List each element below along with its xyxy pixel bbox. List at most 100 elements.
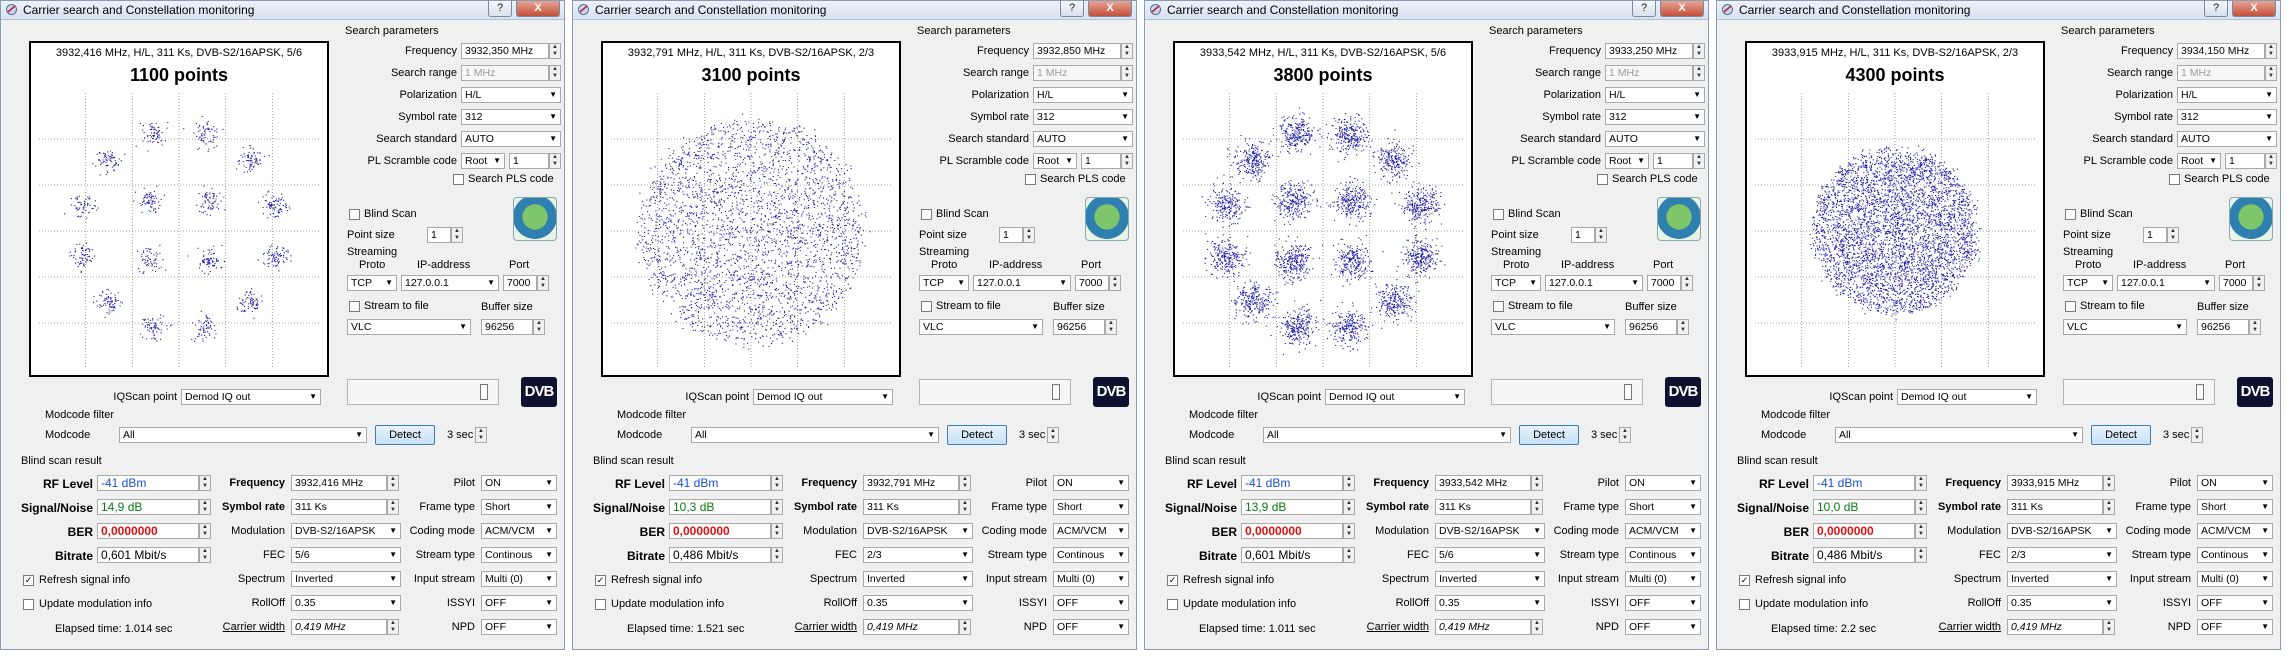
rolloff-select[interactable]: 0.35 ▼ <box>291 595 401 611</box>
ip-address-select[interactable]: 127.0.0.1 ▼ <box>401 275 499 291</box>
issyi-select[interactable]: OFF ▼ <box>2197 595 2273 611</box>
symbol-rate-select[interactable]: 312 ▼ <box>461 109 561 125</box>
stream-type-select[interactable]: Continous ▼ <box>481 547 557 563</box>
point-size-input[interactable]: 1 <box>999 227 1023 243</box>
frequency-spinner[interactable]: ▲ ▼ <box>1121 43 1133 59</box>
detect-time-spinner[interactable]: ▲ ▼ <box>1047 427 1059 443</box>
pl-code-input[interactable]: 1 <box>509 153 549 169</box>
search-standard-select[interactable]: AUTO ▼ <box>1605 131 1705 147</box>
proto-select[interactable]: TCP ▼ <box>347 275 397 291</box>
point-size-input[interactable]: 1 <box>1571 227 1595 243</box>
stream-to-file-checkbox[interactable] <box>921 301 932 312</box>
npd-select[interactable]: OFF ▼ <box>481 619 557 635</box>
blind-scan-checkbox[interactable] <box>1493 209 1504 220</box>
stream-type-select[interactable]: Continous ▼ <box>1625 547 1701 563</box>
modulation-select[interactable]: DVB-S2/16APSK ▼ <box>2007 523 2117 539</box>
point-size-spinner[interactable]: ▲ ▼ <box>2167 227 2179 243</box>
modcode-select[interactable]: All ▼ <box>691 427 939 443</box>
port-input[interactable]: 7000 <box>503 275 537 291</box>
port-spinner[interactable]: ▲ ▼ <box>537 275 549 291</box>
buffer-size-input[interactable]: 96256 <box>1053 319 1105 335</box>
frequency-spinner[interactable]: ▲ ▼ <box>2265 43 2277 59</box>
update-mod-checkbox[interactable] <box>1167 599 1178 610</box>
carrier-width-link[interactable]: Carrier width <box>1345 621 1429 633</box>
modulation-select[interactable]: DVB-S2/16APSK ▼ <box>1435 523 1545 539</box>
buffer-size-input[interactable]: 96256 <box>1625 319 1677 335</box>
pl-mode-select[interactable]: Root ▼ <box>1605 153 1649 169</box>
modcode-select[interactable]: All ▼ <box>119 427 367 443</box>
refresh-checkbox[interactable]: ✓ <box>23 575 34 586</box>
buffer-size-spinner[interactable]: ▲ ▼ <box>1105 319 1117 335</box>
title-bar[interactable]: Carrier search and Constellation monitor… <box>1145 1 1708 20</box>
close-button[interactable]: X <box>1088 1 1132 17</box>
search-range-spinner[interactable]: ▲ ▼ <box>1693 65 1705 81</box>
coding-mode-select[interactable]: ACM/VCM ▼ <box>2197 523 2273 539</box>
buffer-size-spinner[interactable]: ▲ ▼ <box>1677 319 1689 335</box>
detect-button[interactable]: Detect <box>947 425 1007 445</box>
search-range-spinner[interactable]: ▲ ▼ <box>1121 65 1133 81</box>
search-standard-select[interactable]: AUTO ▼ <box>1033 131 1133 147</box>
carrier-width-link[interactable]: Carrier width <box>773 621 857 633</box>
port-spinner[interactable]: ▲ ▼ <box>2253 275 2265 291</box>
issyi-select[interactable]: OFF ▼ <box>481 595 557 611</box>
detect-button[interactable]: Detect <box>1519 425 1579 445</box>
npd-select[interactable]: OFF ▼ <box>1625 619 1701 635</box>
search-pls-checkbox[interactable] <box>2169 174 2180 185</box>
ip-address-select[interactable]: 127.0.0.1 ▼ <box>2117 275 2215 291</box>
input-stream-select[interactable]: Multi (0) ▼ <box>1625 571 1701 587</box>
close-button[interactable]: X <box>1660 1 1704 17</box>
modcode-select[interactable]: All ▼ <box>1835 427 2083 443</box>
coding-mode-select[interactable]: ACM/VCM ▼ <box>481 523 557 539</box>
issyi-select[interactable]: OFF ▼ <box>1625 595 1701 611</box>
frequency-spinner[interactable]: ▲ ▼ <box>1693 43 1705 59</box>
blind-scan-checkbox[interactable] <box>921 209 932 220</box>
pl-code-input[interactable]: 1 <box>2225 153 2265 169</box>
search-standard-select[interactable]: AUTO ▼ <box>461 131 561 147</box>
help-button[interactable]: ? <box>1632 1 1656 17</box>
iqscan-point-select[interactable]: Demod IQ out ▼ <box>1325 389 1465 405</box>
search-range-spinner[interactable]: ▲ ▼ <box>2265 65 2277 81</box>
pl-code-spinner[interactable]: ▲ ▼ <box>1121 153 1133 169</box>
detect-button[interactable]: Detect <box>375 425 435 445</box>
port-input[interactable]: 7000 <box>1075 275 1109 291</box>
search-range-input[interactable]: 1 MHz <box>461 65 549 81</box>
point-size-input[interactable]: 1 <box>2143 227 2167 243</box>
frame-type-select[interactable]: Short ▼ <box>481 499 557 515</box>
close-button[interactable]: X <box>2232 1 2276 17</box>
iqscan-point-select[interactable]: Demod IQ out ▼ <box>181 389 321 405</box>
blind-scan-checkbox[interactable] <box>2065 209 2076 220</box>
search-range-input[interactable]: 1 MHz <box>2177 65 2265 81</box>
proto-select[interactable]: TCP ▼ <box>919 275 969 291</box>
title-bar[interactable]: Carrier search and Constellation monitor… <box>573 1 1136 20</box>
player-select[interactable]: VLC ▼ <box>1491 319 1615 335</box>
symbol-rate-select[interactable]: 312 ▼ <box>1033 109 1133 125</box>
modcode-select[interactable]: All ▼ <box>1263 427 1511 443</box>
frequency-input[interactable]: 3932,850 MHz <box>1033 43 1121 59</box>
search-standard-select[interactable]: AUTO ▼ <box>2177 131 2277 147</box>
update-mod-checkbox[interactable] <box>23 599 34 610</box>
update-mod-checkbox[interactable] <box>595 599 606 610</box>
help-button[interactable]: ? <box>488 1 512 17</box>
point-size-spinner[interactable]: ▲ ▼ <box>451 227 463 243</box>
detect-button[interactable]: Detect <box>2091 425 2151 445</box>
search-pls-checkbox[interactable] <box>453 174 464 185</box>
detect-time-spinner[interactable]: ▲ ▼ <box>1619 427 1631 443</box>
refresh-checkbox[interactable]: ✓ <box>1167 575 1178 586</box>
polarization-select[interactable]: H/L ▼ <box>1605 87 1705 103</box>
coding-mode-select[interactable]: ACM/VCM ▼ <box>1053 523 1129 539</box>
pl-code-input[interactable]: 1 <box>1653 153 1693 169</box>
polarization-select[interactable]: H/L ▼ <box>1033 87 1133 103</box>
search-pls-checkbox[interactable] <box>1597 174 1608 185</box>
frequency-input[interactable]: 3934,150 MHz <box>2177 43 2265 59</box>
port-input[interactable]: 7000 <box>1647 275 1681 291</box>
fec-select[interactable]: 5/6 ▼ <box>291 547 401 563</box>
buffer-size-input[interactable]: 96256 <box>2197 319 2249 335</box>
input-stream-select[interactable]: Multi (0) ▼ <box>481 571 557 587</box>
close-button[interactable]: X <box>516 1 560 17</box>
pl-code-input[interactable]: 1 <box>1081 153 1121 169</box>
coding-mode-select[interactable]: ACM/VCM ▼ <box>1625 523 1701 539</box>
iqscan-point-select[interactable]: Demod IQ out ▼ <box>1897 389 2037 405</box>
search-range-spinner[interactable]: ▲ ▼ <box>549 65 561 81</box>
npd-select[interactable]: OFF ▼ <box>1053 619 1129 635</box>
polarization-select[interactable]: H/L ▼ <box>461 87 561 103</box>
